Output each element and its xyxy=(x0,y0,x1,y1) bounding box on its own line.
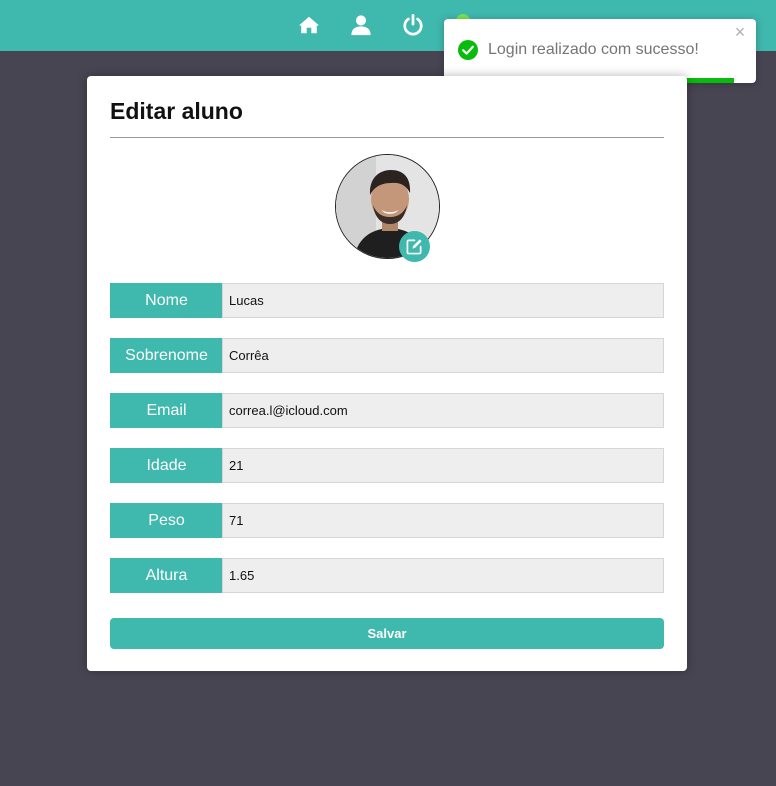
edit-photo-button[interactable] xyxy=(399,231,430,262)
field-label-peso: Peso xyxy=(110,503,223,538)
edit-student-card: Editar aluno Nome Sobrenome Email Idade xyxy=(87,76,687,671)
field-altura: Altura xyxy=(110,558,664,593)
field-label-altura: Altura xyxy=(110,558,223,593)
field-label-idade: Idade xyxy=(110,448,223,483)
save-button[interactable]: Salvar xyxy=(110,618,664,649)
toast-message: Login realizado com sucesso! xyxy=(488,41,699,58)
field-label-nome: Nome xyxy=(110,283,223,318)
title-divider xyxy=(110,137,664,138)
peso-input[interactable] xyxy=(222,503,664,538)
field-sobrenome: Sobrenome xyxy=(110,338,664,373)
field-email: Email xyxy=(110,393,664,428)
user-icon[interactable] xyxy=(350,14,372,36)
idade-input[interactable] xyxy=(222,448,664,483)
altura-input[interactable] xyxy=(222,558,664,593)
page-title: Editar aluno xyxy=(110,98,243,124)
power-icon[interactable] xyxy=(402,14,424,36)
nome-input[interactable] xyxy=(222,283,664,318)
home-icon[interactable] xyxy=(298,14,320,36)
close-icon[interactable]: × xyxy=(734,23,746,41)
edit-icon xyxy=(406,239,422,255)
check-circle-icon xyxy=(458,40,478,60)
field-label-email: Email xyxy=(110,393,223,428)
field-idade: Idade xyxy=(110,448,664,483)
field-peso: Peso xyxy=(110,503,664,538)
field-label-sobrenome: Sobrenome xyxy=(110,338,223,373)
toast-notification[interactable]: Login realizado com sucesso! × xyxy=(444,19,756,83)
sobrenome-input[interactable] xyxy=(222,338,664,373)
field-nome: Nome xyxy=(110,283,664,318)
email-input[interactable] xyxy=(222,393,664,428)
